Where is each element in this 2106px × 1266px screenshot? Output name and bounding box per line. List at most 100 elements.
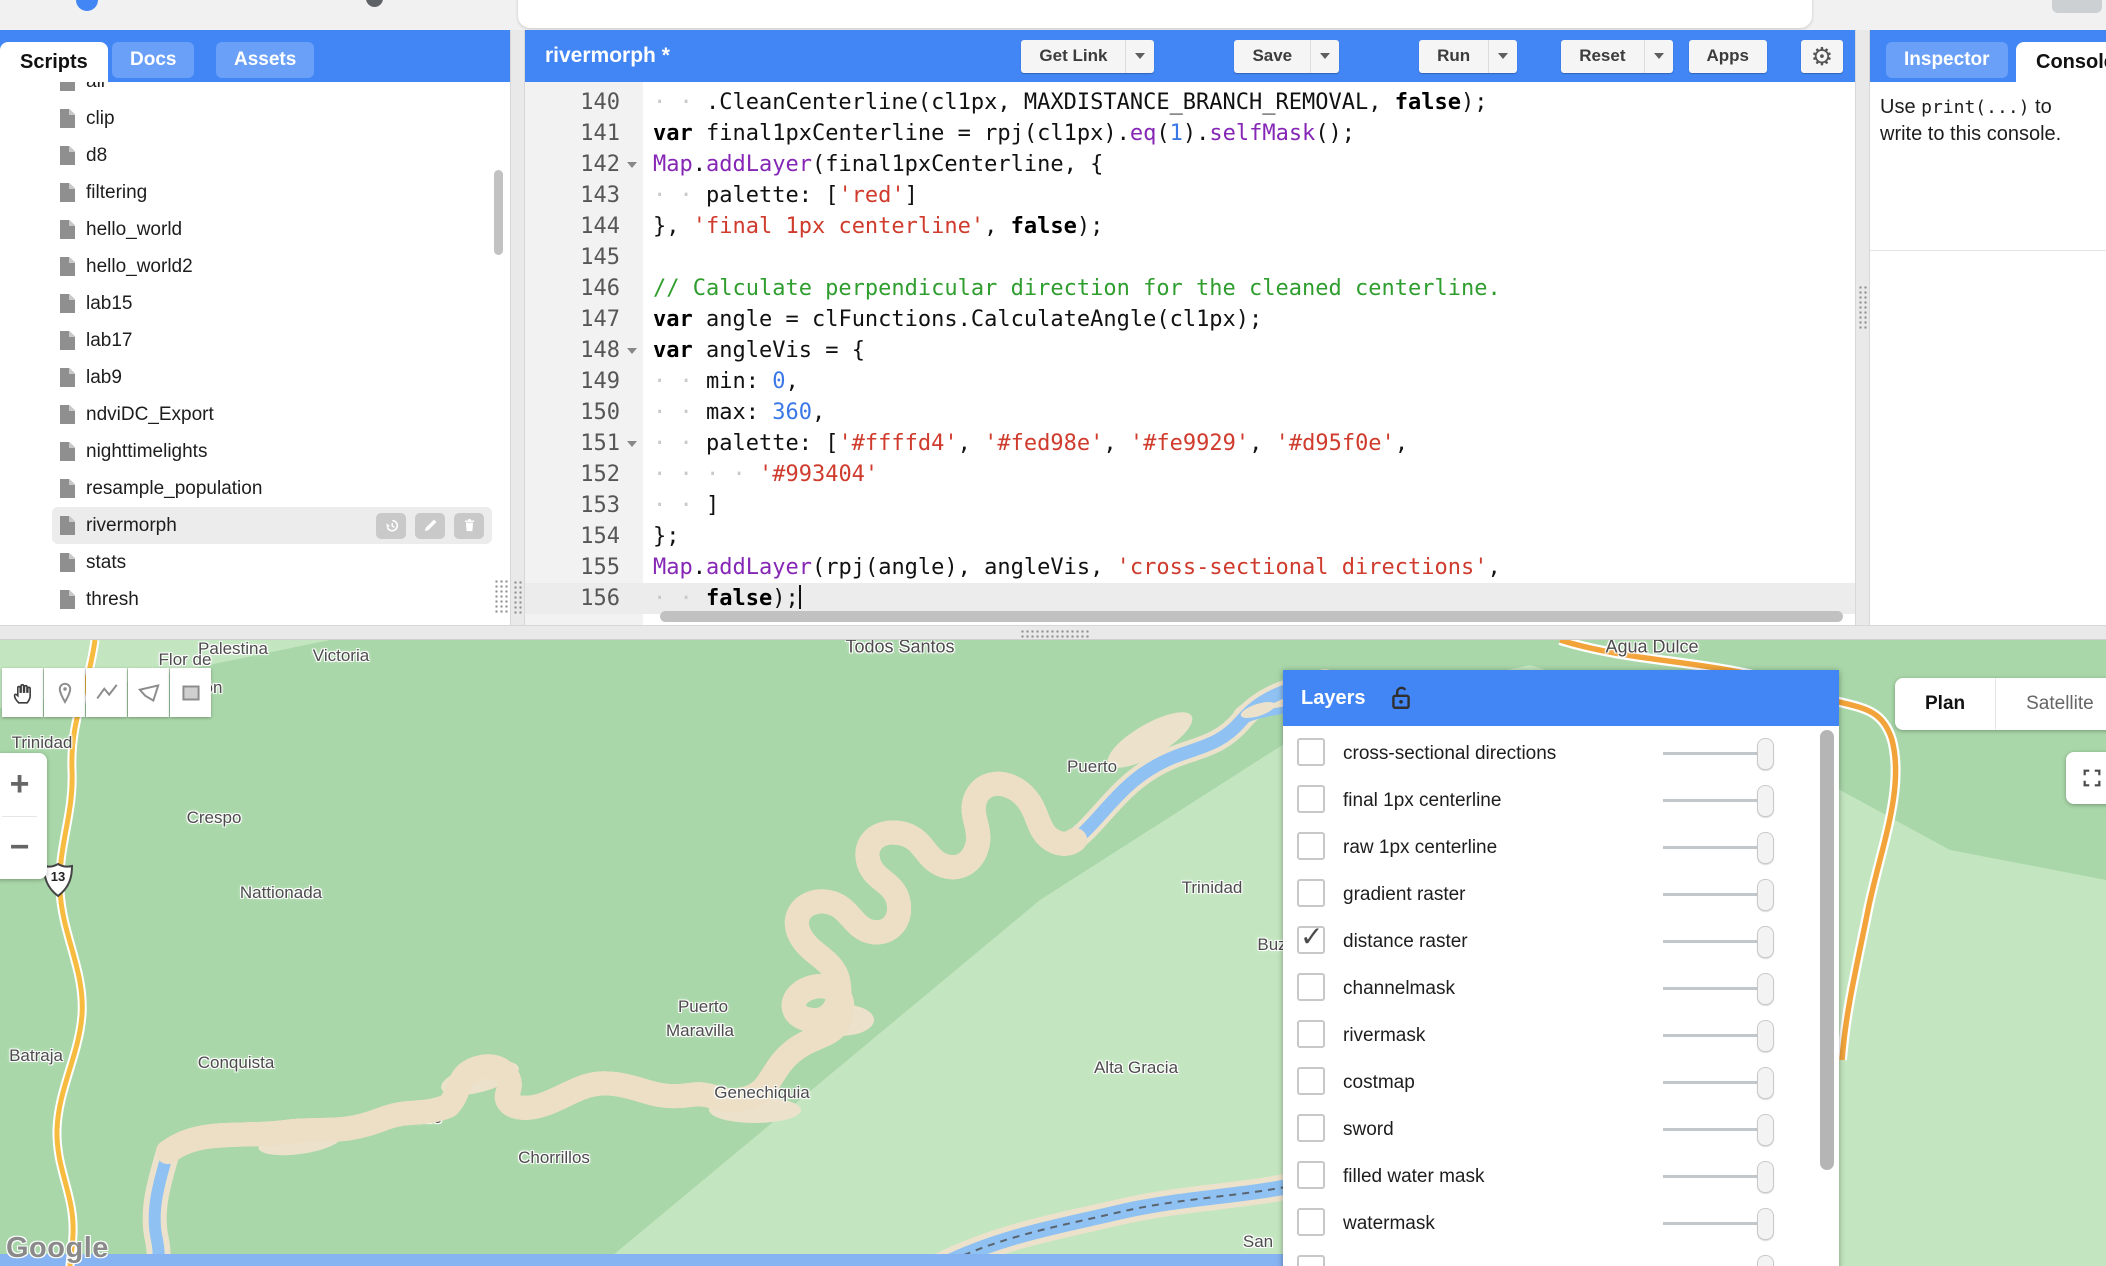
layer-opacity-handle[interactable]: [1757, 785, 1774, 817]
google-logo[interactable]: Google: [6, 1232, 109, 1265]
browser-avatar-icon: [76, 0, 98, 11]
layer-opacity-slider[interactable]: [1663, 1081, 1771, 1084]
layer-opacity-handle[interactable]: [1757, 1114, 1774, 1146]
map-label-palestina: Palestina: [198, 640, 268, 659]
address-bar[interactable]: [518, 0, 1812, 28]
map-type-plan[interactable]: Plan: [1895, 678, 1995, 730]
get-link-button[interactable]: Get Link: [1021, 40, 1125, 73]
layer-checkbox[interactable]: [1297, 879, 1325, 907]
layers-scrollbar[interactable]: [1820, 730, 1834, 1170]
tab-inspector[interactable]: Inspector: [1886, 42, 2008, 78]
layer-checkbox[interactable]: [1297, 785, 1325, 813]
fullscreen-button[interactable]: [2066, 752, 2106, 804]
draw-rectangle-tool[interactable]: [170, 668, 211, 717]
draw-line-tool[interactable]: [86, 668, 127, 717]
browser-chrome: [0, 0, 2106, 30]
layer-checkbox[interactable]: [1297, 973, 1325, 1001]
layer-opacity-slider[interactable]: [1663, 846, 1771, 849]
script-item-stats[interactable]: stats: [52, 544, 492, 581]
layer-opacity-slider[interactable]: [1663, 752, 1771, 755]
layer-opacity-handle[interactable]: [1757, 1255, 1774, 1266]
script-item-clip[interactable]: clip: [52, 100, 492, 137]
layer-opacity-handle[interactable]: [1757, 738, 1774, 770]
tab-scripts[interactable]: Scripts: [0, 42, 108, 82]
script-item-ndviDC_Export[interactable]: ndviDC_Export: [52, 396, 492, 433]
layer-opacity-handle[interactable]: [1757, 926, 1774, 958]
script-item-lab9[interactable]: lab9: [52, 359, 492, 396]
code-fold-icon[interactable]: [627, 441, 637, 447]
script-item-d8[interactable]: d8: [52, 137, 492, 174]
script-item-hello_world2[interactable]: hello_world2: [52, 248, 492, 285]
panel-resize-handle[interactable]: [494, 579, 508, 613]
layer-checkbox[interactable]: [1297, 1114, 1325, 1142]
revision-history-button[interactable]: [376, 513, 406, 539]
code-area[interactable]: 140· · .CleanCenterline(cl1px, MAXDISTAN…: [525, 82, 1855, 625]
layer-checkbox[interactable]: [1297, 1020, 1325, 1048]
tab-console[interactable]: Console: [2016, 42, 2106, 82]
layer-opacity-handle[interactable]: [1757, 879, 1774, 911]
line-number: 150: [525, 397, 620, 428]
script-item-resample_population[interactable]: resample_population: [52, 470, 492, 507]
reset-dropdown-button[interactable]: [1644, 40, 1673, 73]
script-item-hello_world[interactable]: hello_world: [52, 211, 492, 248]
script-item-lab17[interactable]: lab17: [52, 322, 492, 359]
layer-checkbox[interactable]: ✓: [1297, 926, 1325, 954]
layer-checkbox[interactable]: [1297, 738, 1325, 766]
get-link-dropdown-button[interactable]: [1125, 40, 1154, 73]
pan-hand-tool[interactable]: [2, 668, 43, 717]
splitter-editor-map[interactable]: [0, 625, 2106, 640]
editor-hscrollbar[interactable]: [660, 611, 1843, 622]
code-fold-icon[interactable]: [627, 348, 637, 354]
edit-button[interactable]: [415, 513, 445, 539]
layer-opacity-handle[interactable]: [1757, 1020, 1774, 1052]
script-item-rivermorph[interactable]: rivermorph: [52, 507, 492, 544]
script-item-label: clip: [86, 108, 115, 130]
placemark-tool[interactable]: [44, 668, 85, 717]
settings-button[interactable]: ⚙: [1801, 40, 1843, 73]
layer-checkbox[interactable]: [1297, 1161, 1325, 1189]
layer-opacity-slider[interactable]: [1663, 987, 1771, 990]
layer-opacity-handle[interactable]: [1757, 1067, 1774, 1099]
map-canvas[interactable]: DeseadoFlor deónPalestinaVictoriaTodos S…: [0, 640, 2106, 1266]
tab-docs[interactable]: Docs: [112, 42, 194, 78]
script-item-thresh[interactable]: thresh: [52, 581, 492, 618]
layer-checkbox[interactable]: [1297, 1067, 1325, 1095]
layer-opacity-handle[interactable]: [1757, 832, 1774, 864]
layer-opacity-slider[interactable]: [1663, 1034, 1771, 1037]
code-fold-icon[interactable]: [627, 162, 637, 168]
layer-opacity-slider[interactable]: [1663, 1222, 1771, 1225]
map-type-satellite[interactable]: Satellite: [1996, 678, 2106, 730]
tab-assets[interactable]: Assets: [216, 42, 314, 78]
layer-checkbox[interactable]: [1297, 832, 1325, 860]
splitter-scripts-editor[interactable]: [510, 30, 525, 625]
file-icon: [60, 553, 75, 572]
save-dropdown-button[interactable]: [1310, 40, 1339, 73]
apps-button[interactable]: Apps: [1689, 40, 1768, 73]
layer-opacity-slider[interactable]: [1663, 940, 1771, 943]
reset-button[interactable]: Reset: [1561, 40, 1643, 73]
layer-opacity-handle[interactable]: [1757, 1208, 1774, 1240]
delete-button[interactable]: [454, 513, 484, 539]
layer-opacity-slider[interactable]: [1663, 1128, 1771, 1131]
unlock-icon[interactable]: [1388, 683, 1414, 713]
run-dropdown-button[interactable]: [1488, 40, 1517, 73]
draw-polygon-tool[interactable]: [128, 668, 169, 717]
zoom-out-button[interactable]: −: [0, 817, 47, 880]
run-button[interactable]: Run: [1419, 40, 1488, 73]
layer-checkbox[interactable]: [1297, 1255, 1325, 1266]
layer-opacity-handle[interactable]: [1757, 973, 1774, 1005]
script-item-filtering[interactable]: filtering: [52, 174, 492, 211]
layer-opacity-slider[interactable]: [1663, 893, 1771, 896]
script-item-nighttimelights[interactable]: nighttimelights: [52, 433, 492, 470]
console-hint: Use: [1880, 96, 1921, 118]
splitter-editor-console[interactable]: [1855, 30, 1870, 625]
scripts-scrollbar[interactable]: [494, 170, 503, 255]
layer-checkbox[interactable]: [1297, 1208, 1325, 1236]
layer-opacity-handle[interactable]: [1757, 1161, 1774, 1193]
script-item-lab15[interactable]: lab15: [52, 285, 492, 322]
zoom-in-button[interactable]: +: [0, 753, 47, 816]
layer-opacity-slider[interactable]: [1663, 799, 1771, 802]
layer-opacity-slider[interactable]: [1663, 1175, 1771, 1178]
script-item-all[interactable]: all: [52, 82, 492, 100]
save-button[interactable]: Save: [1234, 40, 1310, 73]
